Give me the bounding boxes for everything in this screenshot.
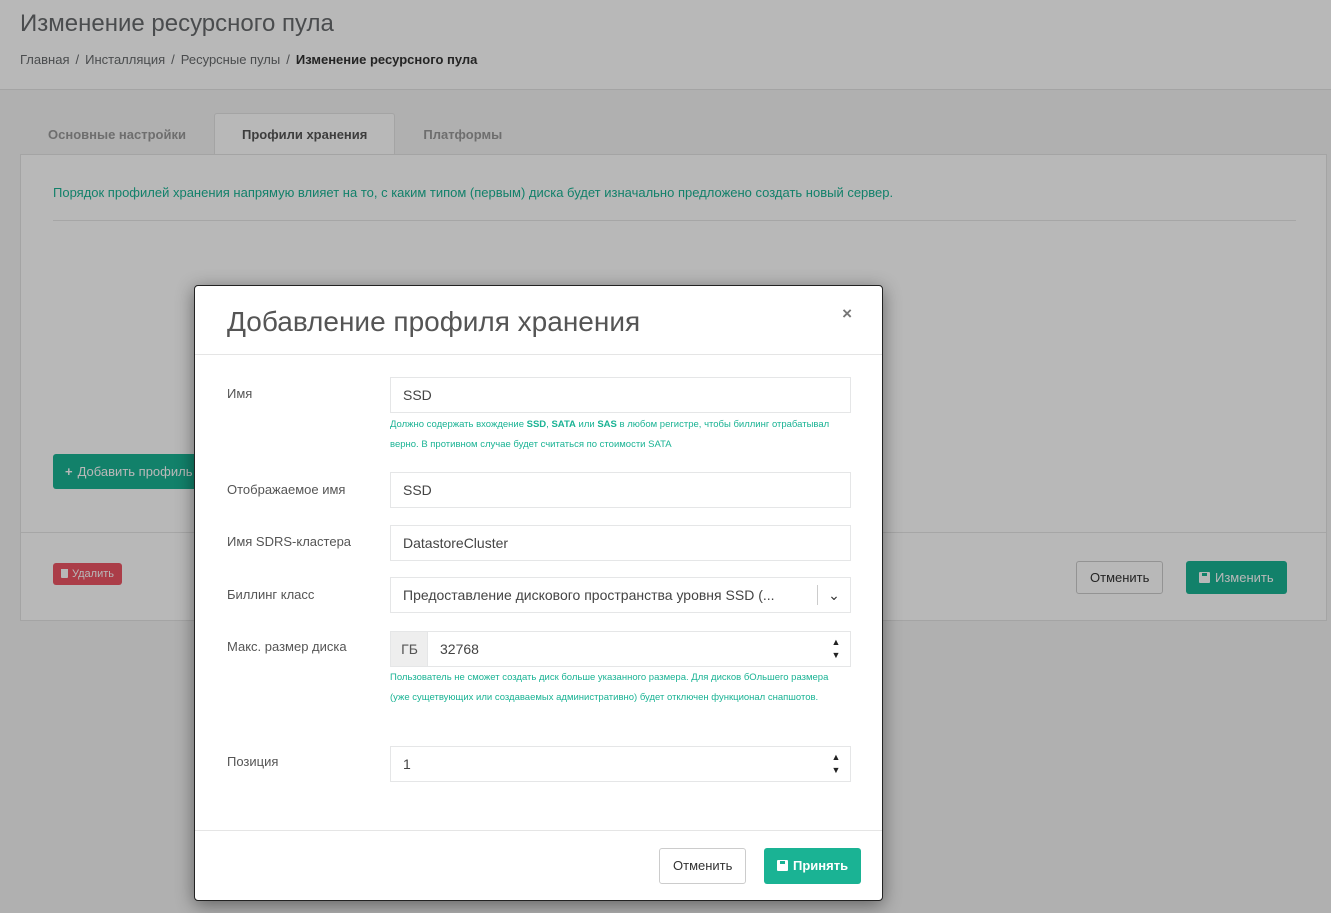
- close-icon[interactable]: ×: [842, 304, 852, 324]
- max-disk-size-input[interactable]: 32768 ▲ ▼: [427, 631, 851, 667]
- name-input[interactable]: SSD: [390, 377, 851, 413]
- name-hint-text: или: [575, 419, 598, 430]
- name-hint-sas: SAS: [597, 419, 617, 430]
- billing-class-select[interactable]: Предоставление дискового пространства ур…: [390, 577, 851, 613]
- caret-up-icon[interactable]: ▲: [832, 636, 841, 649]
- position-label: Позиция: [227, 754, 279, 769]
- name-hint: Должно содержать вхождение SSD, SATA или…: [390, 415, 860, 455]
- name-hint-ssd: SSD: [526, 419, 547, 430]
- modal-accept-label: Принять: [793, 858, 849, 873]
- modal-accept-button[interactable]: Принять: [764, 848, 862, 884]
- sdrs-cluster-input[interactable]: DatastoreCluster: [390, 525, 851, 561]
- display-name-label: Отображаемое имя: [227, 482, 346, 497]
- divider: [195, 830, 882, 831]
- max-disk-size-hint: Пользователь не сможет создать диск боль…: [390, 672, 829, 703]
- billing-class-label: Биллинг класс: [227, 587, 315, 602]
- name-label: Имя: [227, 386, 253, 401]
- caret-down-icon[interactable]: ▼: [832, 764, 841, 777]
- number-spinner[interactable]: ▲ ▼: [822, 747, 850, 781]
- divider: [195, 354, 882, 355]
- max-disk-size-label: Макс. размер диска: [227, 639, 347, 654]
- caret-up-icon[interactable]: ▲: [832, 751, 841, 764]
- max-disk-size-value: 32768: [440, 641, 479, 657]
- modal-cancel-button[interactable]: Отменить: [659, 848, 747, 884]
- display-name-input[interactable]: SSD: [390, 472, 851, 508]
- position-value: 1: [403, 756, 411, 772]
- position-input[interactable]: 1 ▲ ▼: [390, 746, 851, 782]
- name-hint-text: Должно содержать вхождение: [390, 419, 527, 430]
- unit-addon: ГБ: [390, 631, 428, 667]
- name-hint-sata: SATA: [551, 419, 576, 430]
- sdrs-cluster-label: Имя SDRS-кластера: [227, 534, 352, 549]
- billing-class-value: Предоставление дискового пространства ур…: [403, 587, 775, 603]
- caret-down-icon[interactable]: ▼: [832, 649, 841, 662]
- add-storage-profile-modal: Добавление профиля хранения × Имя SSD До…: [194, 285, 883, 901]
- modal-title: Добавление профиля хранения: [227, 306, 641, 337]
- number-spinner[interactable]: ▲ ▼: [822, 632, 850, 666]
- floppy-disk-icon: [777, 860, 788, 871]
- chevron-down-icon[interactable]: ⌄: [818, 578, 850, 612]
